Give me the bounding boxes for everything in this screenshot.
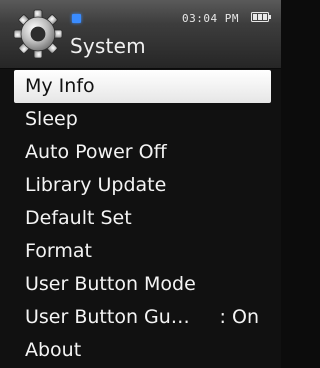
- menu-item-format[interactable]: Format: [0, 235, 281, 268]
- menu-item-default-set[interactable]: Default Set: [0, 202, 281, 235]
- menu-item-label: Format: [25, 240, 92, 262]
- menu-item-auto-power-off[interactable]: Auto Power Off: [0, 136, 281, 169]
- menu-item-label: About: [25, 339, 82, 361]
- menu-item-my-info[interactable]: My Info: [14, 70, 271, 103]
- menu-item-label: My Info: [25, 75, 95, 97]
- menu-item-sleep[interactable]: Sleep: [0, 103, 281, 136]
- page-title: System: [70, 34, 146, 58]
- battery-icon: [251, 12, 271, 22]
- menu-item-label: User Button Mode: [25, 273, 196, 295]
- system-menu: My Info Sleep Auto Power Off Library Upd…: [0, 70, 281, 367]
- menu-item-user-button-mode[interactable]: User Button Mode: [0, 268, 281, 301]
- header-bar: System 03:04 PM: [0, 0, 281, 69]
- menu-item-value: : On: [219, 306, 259, 328]
- menu-item-label: User Button Gu…: [25, 306, 190, 328]
- menu-item-label: Library Update: [25, 174, 167, 196]
- clock-time: 03:04 PM: [182, 12, 239, 25]
- system-screen: System 03:04 PM My Info Sleep Auto Power…: [0, 0, 281, 368]
- menu-item-about[interactable]: About: [0, 334, 281, 367]
- gear-icon: [13, 9, 63, 59]
- status-indicator: [72, 14, 81, 23]
- menu-item-label: Sleep: [25, 108, 78, 130]
- menu-item-library-update[interactable]: Library Update: [0, 169, 281, 202]
- menu-item-user-button-guide[interactable]: User Button Gu… : On: [0, 301, 281, 334]
- menu-item-label: Auto Power Off: [25, 141, 167, 163]
- menu-item-label: Default Set: [25, 207, 132, 229]
